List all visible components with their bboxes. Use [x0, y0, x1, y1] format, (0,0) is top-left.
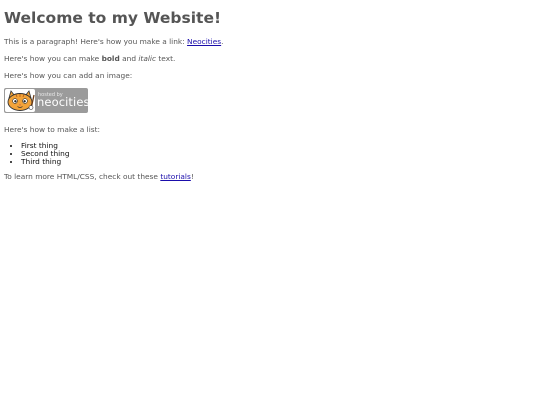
bold-text: bold — [101, 54, 120, 63]
image-paragraph: Here's how you can add an image: — [4, 71, 133, 80]
footer-text: To learn more HTML/CSS, check out these — [4, 172, 161, 181]
intro-paragraph: This is a paragraph! Here's how you make… — [4, 37, 536, 46]
tutorials-link[interactable]: tutorials — [160, 172, 191, 181]
cat-mascot-icon — [5, 89, 35, 112]
intro-text: This is a paragraph! Here's how you make… — [4, 37, 188, 46]
intro-period: . — [221, 37, 224, 46]
footer-exclamation: ! — [190, 172, 194, 181]
list-item: Second thing — [21, 150, 536, 158]
list-item: First thing — [21, 142, 536, 150]
badge-big-text: neocities — [37, 95, 88, 109]
badge-container: hosted by neocities — [4, 88, 536, 117]
example-list: First thing Second thing Third thing — [4, 142, 536, 166]
footer-paragraph: To learn more HTML/CSS, check out these … — [4, 172, 536, 181]
formatting-paragraph: Here's how you can make bold and italic … — [4, 54, 536, 63]
page: Welcome to my Website! This is a paragra… — [0, 0, 540, 181]
page-title: Welcome to my Website! — [4, 9, 222, 27]
hosted-by-neocities-badge: hosted by neocities — [4, 88, 88, 113]
list-intro-paragraph: Here's how to make a list: — [4, 125, 100, 134]
formatting-middle: and — [119, 54, 139, 63]
formatting-prefix: Here's how you can make — [4, 54, 102, 63]
formatting-suffix: text. — [156, 54, 176, 63]
neocities-link[interactable]: Neocities — [187, 37, 221, 46]
list-item: Third thing — [21, 158, 536, 166]
italic-text: italic — [138, 54, 157, 63]
